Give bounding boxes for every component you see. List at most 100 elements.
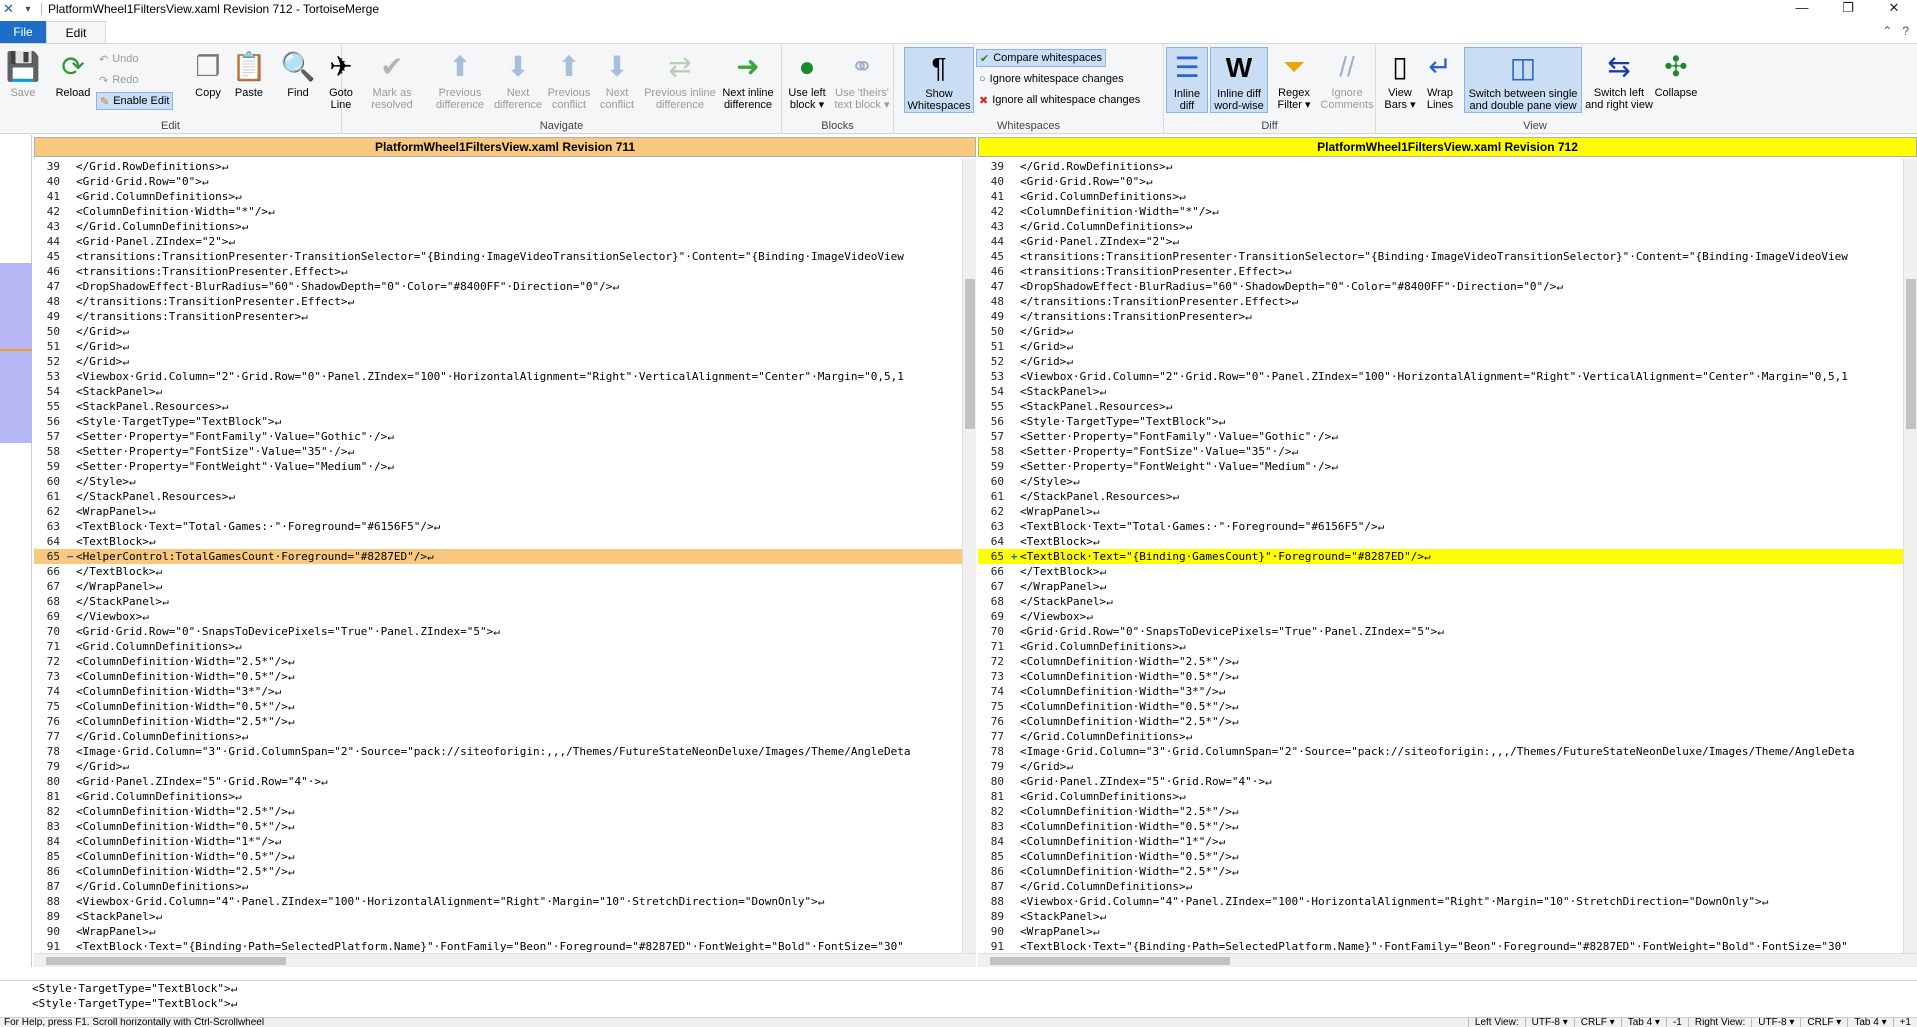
code-line[interactable]: 62 <WrapPanel>↵ <box>978 504 1917 519</box>
code-line[interactable]: 62 <WrapPanel>↵ <box>34 504 976 519</box>
code-line[interactable]: 85 <ColumnDefinition·Width="0.5*"/>↵ <box>978 849 1917 864</box>
copy-button[interactable]: ❐ Copy <box>190 47 226 100</box>
code-line[interactable]: 41 <Grid.ColumnDefinitions>↵ <box>978 189 1917 204</box>
code-line[interactable]: 86 <ColumnDefinition·Width="2.5*"/>↵ <box>34 864 976 879</box>
code-line[interactable]: 41 <Grid.ColumnDefinitions>↵ <box>34 189 976 204</box>
right-vscroll-thumb[interactable] <box>1906 279 1916 429</box>
code-line[interactable]: 79 </Grid>↵ <box>34 759 976 774</box>
code-line[interactable]: 44 <Grid·Panel.ZIndex="2">↵ <box>34 234 976 249</box>
code-line[interactable]: 54 <StackPanel>↵ <box>34 384 976 399</box>
code-line[interactable]: 77 </Grid.ColumnDefinitions>↵ <box>978 729 1917 744</box>
reload-button[interactable]: ⟳ Reload <box>52 47 94 100</box>
code-line[interactable]: 54 <StackPanel>↵ <box>978 384 1917 399</box>
left-eol-dropdown[interactable]: CRLF ▾ <box>1573 1018 1621 1027</box>
code-line[interactable]: 61 </StackPanel.Resources>↵ <box>978 489 1917 504</box>
code-line[interactable]: 88 <Viewbox·Grid.Column="4"·Panel.ZIndex=… <box>34 894 976 909</box>
code-line[interactable]: 66 </TextBlock>↵ <box>978 564 1917 579</box>
code-line[interactable]: 49 </transitions:TransitionPresenter>↵ <box>34 309 976 324</box>
code-line[interactable]: 63 <TextBlock·Text="Total·Games:·"·Foregr… <box>978 519 1917 534</box>
code-line[interactable]: 64 <TextBlock>↵ <box>34 534 976 549</box>
ignore-whitespace-changes-option[interactable]: ○ Ignore whitespace changes <box>976 70 1127 88</box>
code-line[interactable]: 59 <Setter·Property="FontWeight"·Value="M… <box>978 459 1917 474</box>
code-line[interactable]: 72 <ColumnDefinition·Width="2.5*"/>↵ <box>34 654 976 669</box>
code-line[interactable]: 87 </Grid.ColumnDefinitions>↵ <box>978 879 1917 894</box>
code-line[interactable]: 56 <Style·TargetType="TextBlock">↵ <box>978 414 1917 429</box>
find-button[interactable]: 🔍 Find <box>280 47 316 100</box>
code-line[interactable]: 80 <Grid·Panel.ZIndex="5"·Grid.Row="4"·>↵ <box>34 774 976 789</box>
code-line[interactable]: 58 <Setter·Property="FontSize"·Value="35"… <box>978 444 1917 459</box>
compare-whitespaces-option[interactable]: ✔ Compare whitespaces <box>976 49 1107 67</box>
code-line[interactable]: 87 </Grid.ColumnDefinitions>↵ <box>34 879 976 894</box>
code-line[interactable]: 81 <Grid.ColumnDefinitions>↵ <box>34 789 976 804</box>
code-line[interactable]: 58 <Setter·Property="FontSize"·Value="35"… <box>34 444 976 459</box>
view-bars-button[interactable]: ▯ View Bars ▾ <box>1380 47 1420 112</box>
help-icon[interactable]: ? <box>1902 24 1909 38</box>
right-tab-dropdown[interactable]: Tab 4 ▾ <box>1847 1018 1892 1027</box>
tab-edit[interactable]: Edit <box>46 21 106 43</box>
code-line[interactable]: 51 </Grid>↵ <box>34 339 976 354</box>
code-line[interactable]: 91 <TextBlock·Text="{Binding·Path=Selecte… <box>34 939 976 954</box>
code-line[interactable]: 75 <ColumnDefinition·Width="0.5*"/>↵ <box>34 699 976 714</box>
code-line[interactable]: 85 <ColumnDefinition·Width="0.5*"/>↵ <box>34 849 976 864</box>
code-line[interactable]: 70 <Grid·Grid.Row="0"·SnapsToDevicePixels… <box>34 624 976 639</box>
code-line[interactable]: 89 <StackPanel>↵ <box>34 909 976 924</box>
bottom-line-diff-pane[interactable]: <Style·TargetType="TextBlock">↵ <Style·T… <box>0 980 1917 1016</box>
collapse-button[interactable]: ✣ Collapse <box>1654 47 1698 100</box>
code-line[interactable]: 89 <StackPanel>↵ <box>978 909 1917 924</box>
code-line[interactable]: 83 <ColumnDefinition·Width="0.5*"/>↵ <box>34 819 976 834</box>
code-line[interactable]: 46 <transitions:TransitionPresenter.Effec… <box>34 264 976 279</box>
save-button[interactable]: 💾 Save <box>4 47 42 100</box>
code-line[interactable]: 74 <ColumnDefinition·Width="3*"/>↵ <box>34 684 976 699</box>
code-line[interactable]: 74 <ColumnDefinition·Width="3*"/>↵ <box>978 684 1917 699</box>
tortoisemerge-app-icon[interactable]: ✕ <box>3 2 17 16</box>
code-line[interactable]: 56 <Style·TargetType="TextBlock">↵ <box>34 414 976 429</box>
minimize-ribbon-icon[interactable]: ⌃ <box>1882 24 1892 38</box>
code-line[interactable]: 57 <Setter·Property="FontFamily"·Value="G… <box>978 429 1917 444</box>
switch-left-right-button[interactable]: ⇆ Switch left and right view <box>1584 47 1654 112</box>
next-conflict-button[interactable]: ⬇ Next conflict <box>592 47 642 112</box>
minimize-button[interactable]: — <box>1779 0 1825 18</box>
code-line[interactable]: 57 <Setter·Property="FontFamily"·Value="G… <box>34 429 976 444</box>
code-line[interactable]: 84 <ColumnDefinition·Width="1*"/>↵ <box>34 834 976 849</box>
location-bar[interactable] <box>0 135 32 967</box>
switch-single-double-pane-button[interactable]: ◫ Switch between single and double pane … <box>1464 47 1582 113</box>
changed-code-line[interactable]: 65− <HelperControl:TotalGamesCount·Foregr… <box>34 549 976 564</box>
code-line[interactable]: 76 <ColumnDefinition·Width="2.5*"/>↵ <box>34 714 976 729</box>
code-line[interactable]: 48 </transitions:TransitionPresenter.Effe… <box>978 294 1917 309</box>
code-line[interactable]: 76 <ColumnDefinition·Width="2.5*"/>↵ <box>978 714 1917 729</box>
code-line[interactable]: 47 <DropShadowEffect·BlurRadius="60"·Shad… <box>978 279 1917 294</box>
show-whitespaces-button[interactable]: ¶ Show Whitespaces <box>904 47 974 113</box>
code-line[interactable]: 63 <TextBlock·Text="Total·Games:·"·Foregr… <box>34 519 976 534</box>
use-theirs-block-button[interactable]: ⚭ Use 'theirs' text block ▾ <box>830 47 894 112</box>
code-line[interactable]: 77 </Grid.ColumnDefinitions>↵ <box>34 729 976 744</box>
code-line[interactable]: 84 <ColumnDefinition·Width="1*"/>↵ <box>978 834 1917 849</box>
right-code-view[interactable]: 39 </Grid.RowDefinitions>↵ 40 <Grid·Grid.Ro… <box>978 159 1917 954</box>
code-line[interactable]: 78 <Image·Grid.Column="3"·Grid.ColumnSpan… <box>34 744 976 759</box>
code-line[interactable]: 78 <Image·Grid.Column="3"·Grid.ColumnSpan… <box>978 744 1917 759</box>
code-line[interactable]: 90 <WrapPanel>↵ <box>978 924 1917 939</box>
code-line[interactable]: 50 </Grid>↵ <box>34 324 976 339</box>
code-line[interactable]: 48 </transitions:TransitionPresenter.Effe… <box>34 294 976 309</box>
next-difference-button[interactable]: ⬇ Next difference <box>490 47 546 112</box>
previous-inline-difference-button[interactable]: ⇄ Previous inline difference <box>638 47 722 112</box>
code-line[interactable]: 55 <StackPanel.Resources>↵ <box>978 399 1917 414</box>
code-line[interactable]: 69 </Viewbox>↵ <box>34 609 976 624</box>
previous-conflict-button[interactable]: ⬆ Previous conflict <box>544 47 594 112</box>
code-line[interactable]: 71 <Grid.ColumnDefinitions>↵ <box>34 639 976 654</box>
left-horizontal-scrollbar[interactable] <box>34 953 976 967</box>
left-tab-dropdown[interactable]: Tab 4 ▾ <box>1620 1018 1666 1027</box>
code-line[interactable]: 80 <Grid·Panel.ZIndex="5"·Grid.Row="4"·>↵ <box>978 774 1917 789</box>
code-line[interactable]: 39 </Grid.RowDefinitions>↵ <box>978 159 1917 174</box>
code-line[interactable]: 53 <Viewbox·Grid.Column="2"·Grid.Row="0"·… <box>34 369 976 384</box>
code-line[interactable]: 60 </Style>↵ <box>978 474 1917 489</box>
left-code-view[interactable]: 39 </Grid.RowDefinitions>↵ 40 <Grid·Grid.Ro… <box>34 159 976 954</box>
code-line[interactable]: 73 <ColumnDefinition·Width="0.5*"/>↵ <box>978 669 1917 684</box>
regex-filter-button[interactable]: ⏷ Regex Filter ▾ <box>1270 47 1318 112</box>
mark-resolved-button[interactable]: ✔ Mark as resolved <box>366 47 418 112</box>
inline-diff-word-wise-button[interactable]: W Inline diff word-wise <box>1210 47 1268 113</box>
code-line[interactable]: 88 <Viewbox·Grid.Column="4"·Panel.ZIndex=… <box>978 894 1917 909</box>
code-line[interactable]: 91 <TextBlock·Text="{Binding·Path=Selecte… <box>978 939 1917 954</box>
code-line[interactable]: 86 <ColumnDefinition·Width="2.5*"/>↵ <box>978 864 1917 879</box>
code-line[interactable]: 71 <Grid.ColumnDefinitions>↵ <box>978 639 1917 654</box>
code-line[interactable]: 67 </WrapPanel>↵ <box>34 579 976 594</box>
